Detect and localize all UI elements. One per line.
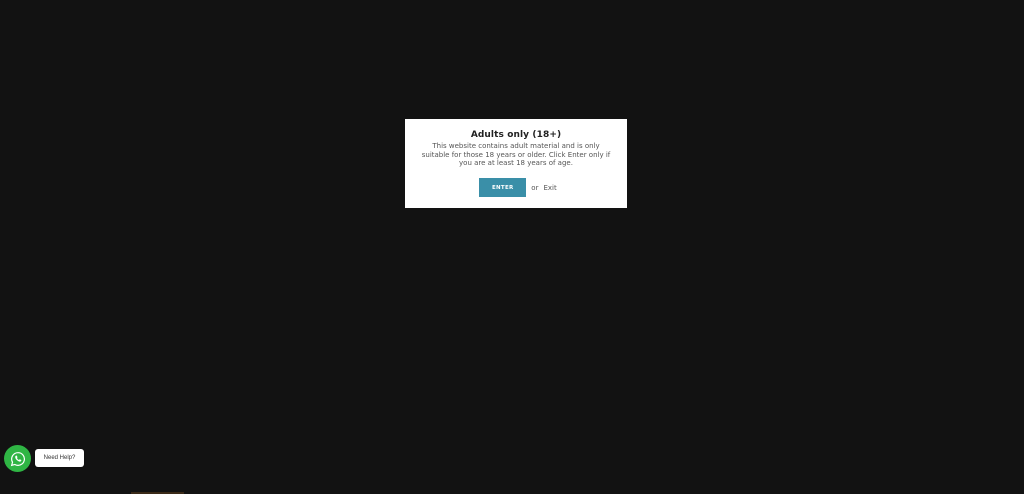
whatsapp-icon (10, 451, 25, 466)
page-background: Adults only (18+) This website contains … (0, 0, 1024, 494)
modal-message: This website contains adult material and… (421, 142, 611, 167)
age-verification-modal: Adults only (18+) This website contains … (405, 119, 627, 208)
modal-actions: ENTER or Exit (405, 178, 627, 197)
enter-button[interactable]: ENTER (479, 178, 527, 197)
need-help-bubble[interactable]: Need Help? (35, 449, 84, 467)
whatsapp-chat-button[interactable] (4, 445, 31, 472)
modal-title: Adults only (18+) (470, 130, 562, 140)
or-label: or (531, 183, 539, 192)
exit-link[interactable]: Exit (543, 184, 556, 192)
